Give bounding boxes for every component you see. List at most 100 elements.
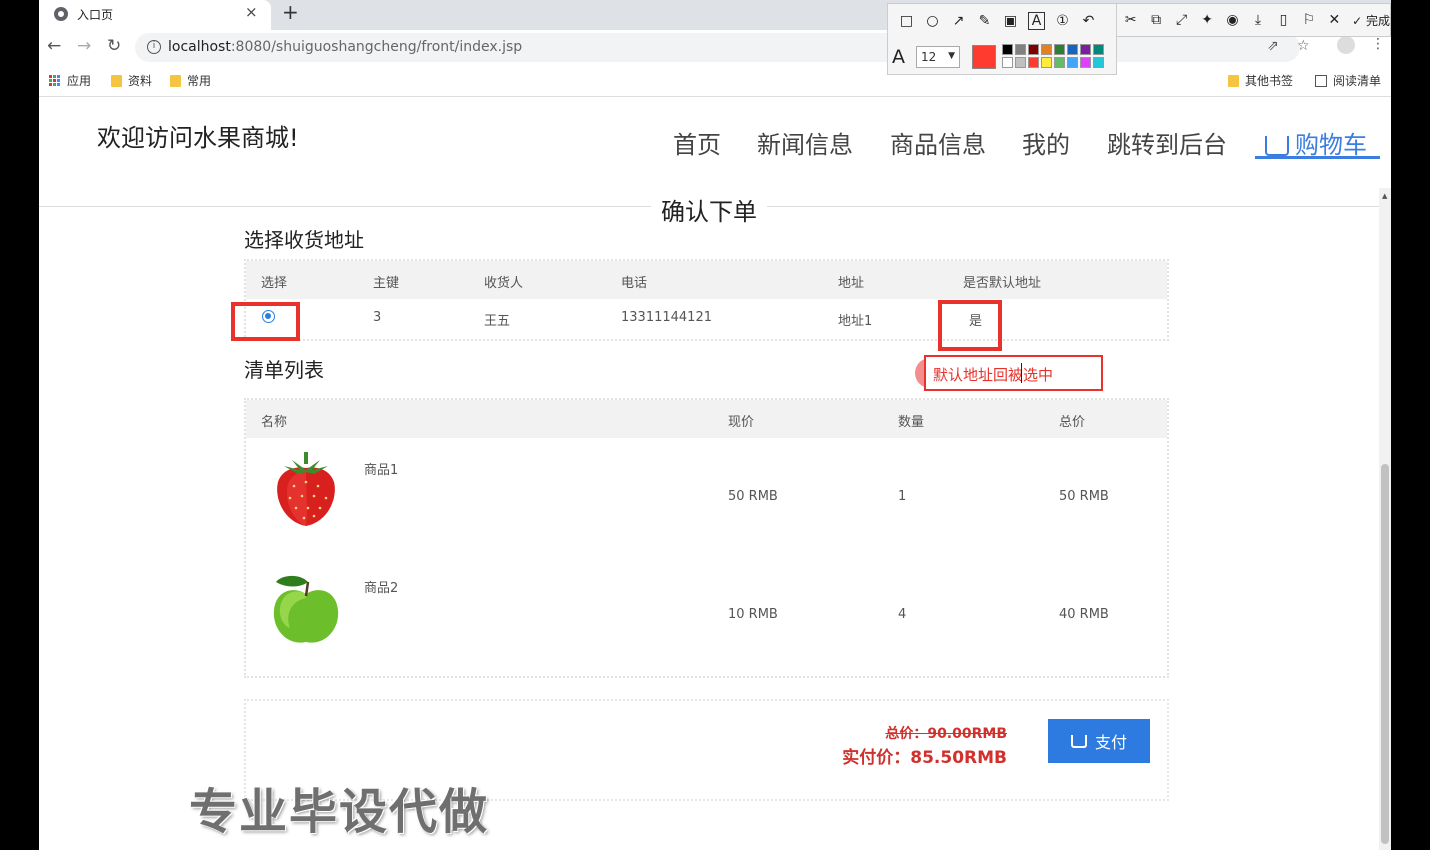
col-id: 主键 xyxy=(373,276,400,291)
color-swatch[interactable] xyxy=(1080,57,1091,68)
annotation-style: A 12 ▼ xyxy=(888,40,1118,74)
color-swatch[interactable] xyxy=(1054,57,1065,68)
bookmark-label: 常用 xyxy=(187,74,212,88)
bookmark-apps[interactable]: 应用 xyxy=(49,72,91,89)
expand-icon[interactable]: ⤢ xyxy=(1174,12,1189,28)
pen-tool-icon[interactable]: ✎ xyxy=(976,13,993,29)
annotation-note: 默认地址回被选中 xyxy=(924,355,1103,391)
new-tab-button[interactable]: + xyxy=(282,0,299,24)
font-size-select[interactable]: 12 ▼ xyxy=(916,46,960,68)
text-tool-icon[interactable]: A xyxy=(1028,12,1045,30)
annotation-radio-highlight xyxy=(231,302,300,341)
rectangle-tool-icon[interactable]: □ xyxy=(898,13,915,29)
profile-avatar-icon[interactable] xyxy=(1337,36,1355,54)
color-swatch[interactable] xyxy=(1028,57,1039,68)
watermark: 专业毕设代做 xyxy=(189,784,490,840)
color-swatch[interactable] xyxy=(1002,57,1013,68)
address-bar[interactable]: i localhost:8080/shuiguoshangcheng/front… xyxy=(135,33,1310,62)
cutout-tool-icon[interactable]: ✂ xyxy=(1123,12,1138,28)
color-palette xyxy=(1002,44,1104,68)
mosaic-tool-icon[interactable]: ▣ xyxy=(1002,13,1019,29)
color-swatch[interactable] xyxy=(1002,44,1013,55)
col-price: 现价 xyxy=(728,415,755,430)
bookmark-other[interactable]: 其他书签 xyxy=(1228,72,1293,89)
site-title: 欢迎访问水果商城! xyxy=(97,124,299,152)
product-price: 50 RMB xyxy=(728,489,778,504)
nav-home[interactable]: 首页 xyxy=(673,125,721,160)
cell-id: 3 xyxy=(373,310,382,325)
bookmark-ziliao[interactable]: 资料 xyxy=(111,72,152,89)
site-info-icon[interactable]: i xyxy=(147,40,161,54)
bookmark-label: 资料 xyxy=(128,74,153,88)
annotation-tools: □ ○ ↗ ✎ ▣ A ① ↶ xyxy=(888,4,1097,38)
arrow-tool-icon[interactable]: ↗ xyxy=(950,13,967,29)
bookmark-icon[interactable]: ⚐ xyxy=(1301,12,1316,28)
number-tool-icon[interactable]: ① xyxy=(1054,13,1071,29)
page-scrollbar[interactable]: ▲ xyxy=(1379,188,1391,850)
reading-list[interactable]: 阅读清单 xyxy=(1315,72,1381,89)
cancel-icon[interactable]: ✕ xyxy=(1327,12,1342,28)
back-icon[interactable]: ← xyxy=(47,36,61,56)
bookmark-changyong[interactable]: 常用 xyxy=(170,72,211,89)
copy-icon[interactable]: ⧉ xyxy=(1148,12,1163,28)
nav-cart[interactable]: 购物车 xyxy=(1265,125,1367,160)
menu-kebab-icon[interactable]: ⋮ xyxy=(1371,36,1385,52)
pay-button[interactable]: 支付 xyxy=(1048,719,1150,763)
active-nav-underline xyxy=(1255,156,1380,159)
color-swatch[interactable] xyxy=(1080,44,1091,55)
color-swatch[interactable] xyxy=(1054,44,1065,55)
pay-button-label: 支付 xyxy=(1094,735,1127,752)
globe-icon xyxy=(54,7,68,21)
annotation-toolbar-actions: ✂ ⧉ ⤢ ✦ ◉ ⤓ ▯ ⚐ ✕ ✓ 完成 xyxy=(1117,3,1391,37)
annotation-toolbar: □ ○ ↗ ✎ ▣ A ① ↶ A 12 ▼ xyxy=(887,3,1117,75)
cell-receiver: 王五 xyxy=(484,314,511,329)
table-row[interactable]: 3 王五 13311144121 地址1 是 xyxy=(246,299,1167,337)
done-button[interactable]: ✓ 完成 xyxy=(1352,12,1390,29)
browser-tab[interactable]: 入口页 × xyxy=(39,0,271,30)
bookmarks-bar: 应用 资料 常用 其他书签 阅读清单 xyxy=(39,65,1391,97)
undo-icon[interactable]: ↶ xyxy=(1080,13,1097,29)
nav-admin[interactable]: 跳转到后台 xyxy=(1107,125,1227,160)
color-swatch[interactable] xyxy=(1041,57,1052,68)
nav-cart-label: 购物车 xyxy=(1295,131,1367,159)
annotation-note-text: 默认地址回被选中 xyxy=(933,366,1054,384)
reload-icon[interactable]: ↻ xyxy=(107,36,121,56)
nav-products[interactable]: 商品信息 xyxy=(890,125,986,160)
record-icon[interactable]: ◉ xyxy=(1225,12,1240,28)
ellipse-tool-icon[interactable]: ○ xyxy=(924,13,941,29)
apps-grid-icon xyxy=(49,74,61,87)
color-swatch[interactable] xyxy=(1067,57,1078,68)
share-icon[interactable]: ⇗ xyxy=(1267,38,1279,54)
done-label: 完成 xyxy=(1365,13,1390,28)
download-icon[interactable]: ⤓ xyxy=(1250,12,1265,28)
bookmark-label: 应用 xyxy=(67,74,92,88)
address-section-title: 选择收货地址 xyxy=(244,228,364,252)
nav-mine[interactable]: 我的 xyxy=(1022,125,1070,160)
color-swatch[interactable] xyxy=(1041,44,1052,55)
current-color-swatch[interactable] xyxy=(972,45,996,69)
forward-icon[interactable]: → xyxy=(77,36,91,56)
col-default: 是否默认地址 xyxy=(963,276,1042,291)
bookmark-star-icon[interactable]: ☆ xyxy=(1297,38,1310,54)
color-swatch[interactable] xyxy=(1028,44,1039,55)
pin-icon[interactable]: ✦ xyxy=(1199,12,1214,28)
close-tab-icon[interactable]: × xyxy=(245,3,258,21)
color-swatch[interactable] xyxy=(1093,57,1104,68)
color-swatch[interactable] xyxy=(1093,44,1104,55)
scroll-thumb[interactable] xyxy=(1381,464,1389,844)
nav-news[interactable]: 新闻信息 xyxy=(757,125,853,160)
product-name: 商品2 xyxy=(364,581,399,596)
dropdown-caret-icon: ▼ xyxy=(948,51,955,61)
reading-list-icon xyxy=(1315,74,1327,87)
product-total: 50 RMB xyxy=(1059,489,1109,504)
product-qty: 1 xyxy=(898,489,907,504)
color-swatch[interactable] xyxy=(1015,44,1026,55)
col-phone: 电话 xyxy=(621,276,648,291)
font-size-value: 12 xyxy=(921,50,937,64)
color-swatch[interactable] xyxy=(1015,57,1026,68)
address-table: 选择 主键 收货人 电话 地址 是否默认地址 3 王五 13311144121 … xyxy=(244,259,1169,341)
product-total: 40 RMB xyxy=(1059,607,1109,622)
scroll-up-icon[interactable]: ▲ xyxy=(1382,192,1387,200)
color-swatch[interactable] xyxy=(1067,44,1078,55)
save-icon[interactable]: ▯ xyxy=(1276,12,1291,28)
